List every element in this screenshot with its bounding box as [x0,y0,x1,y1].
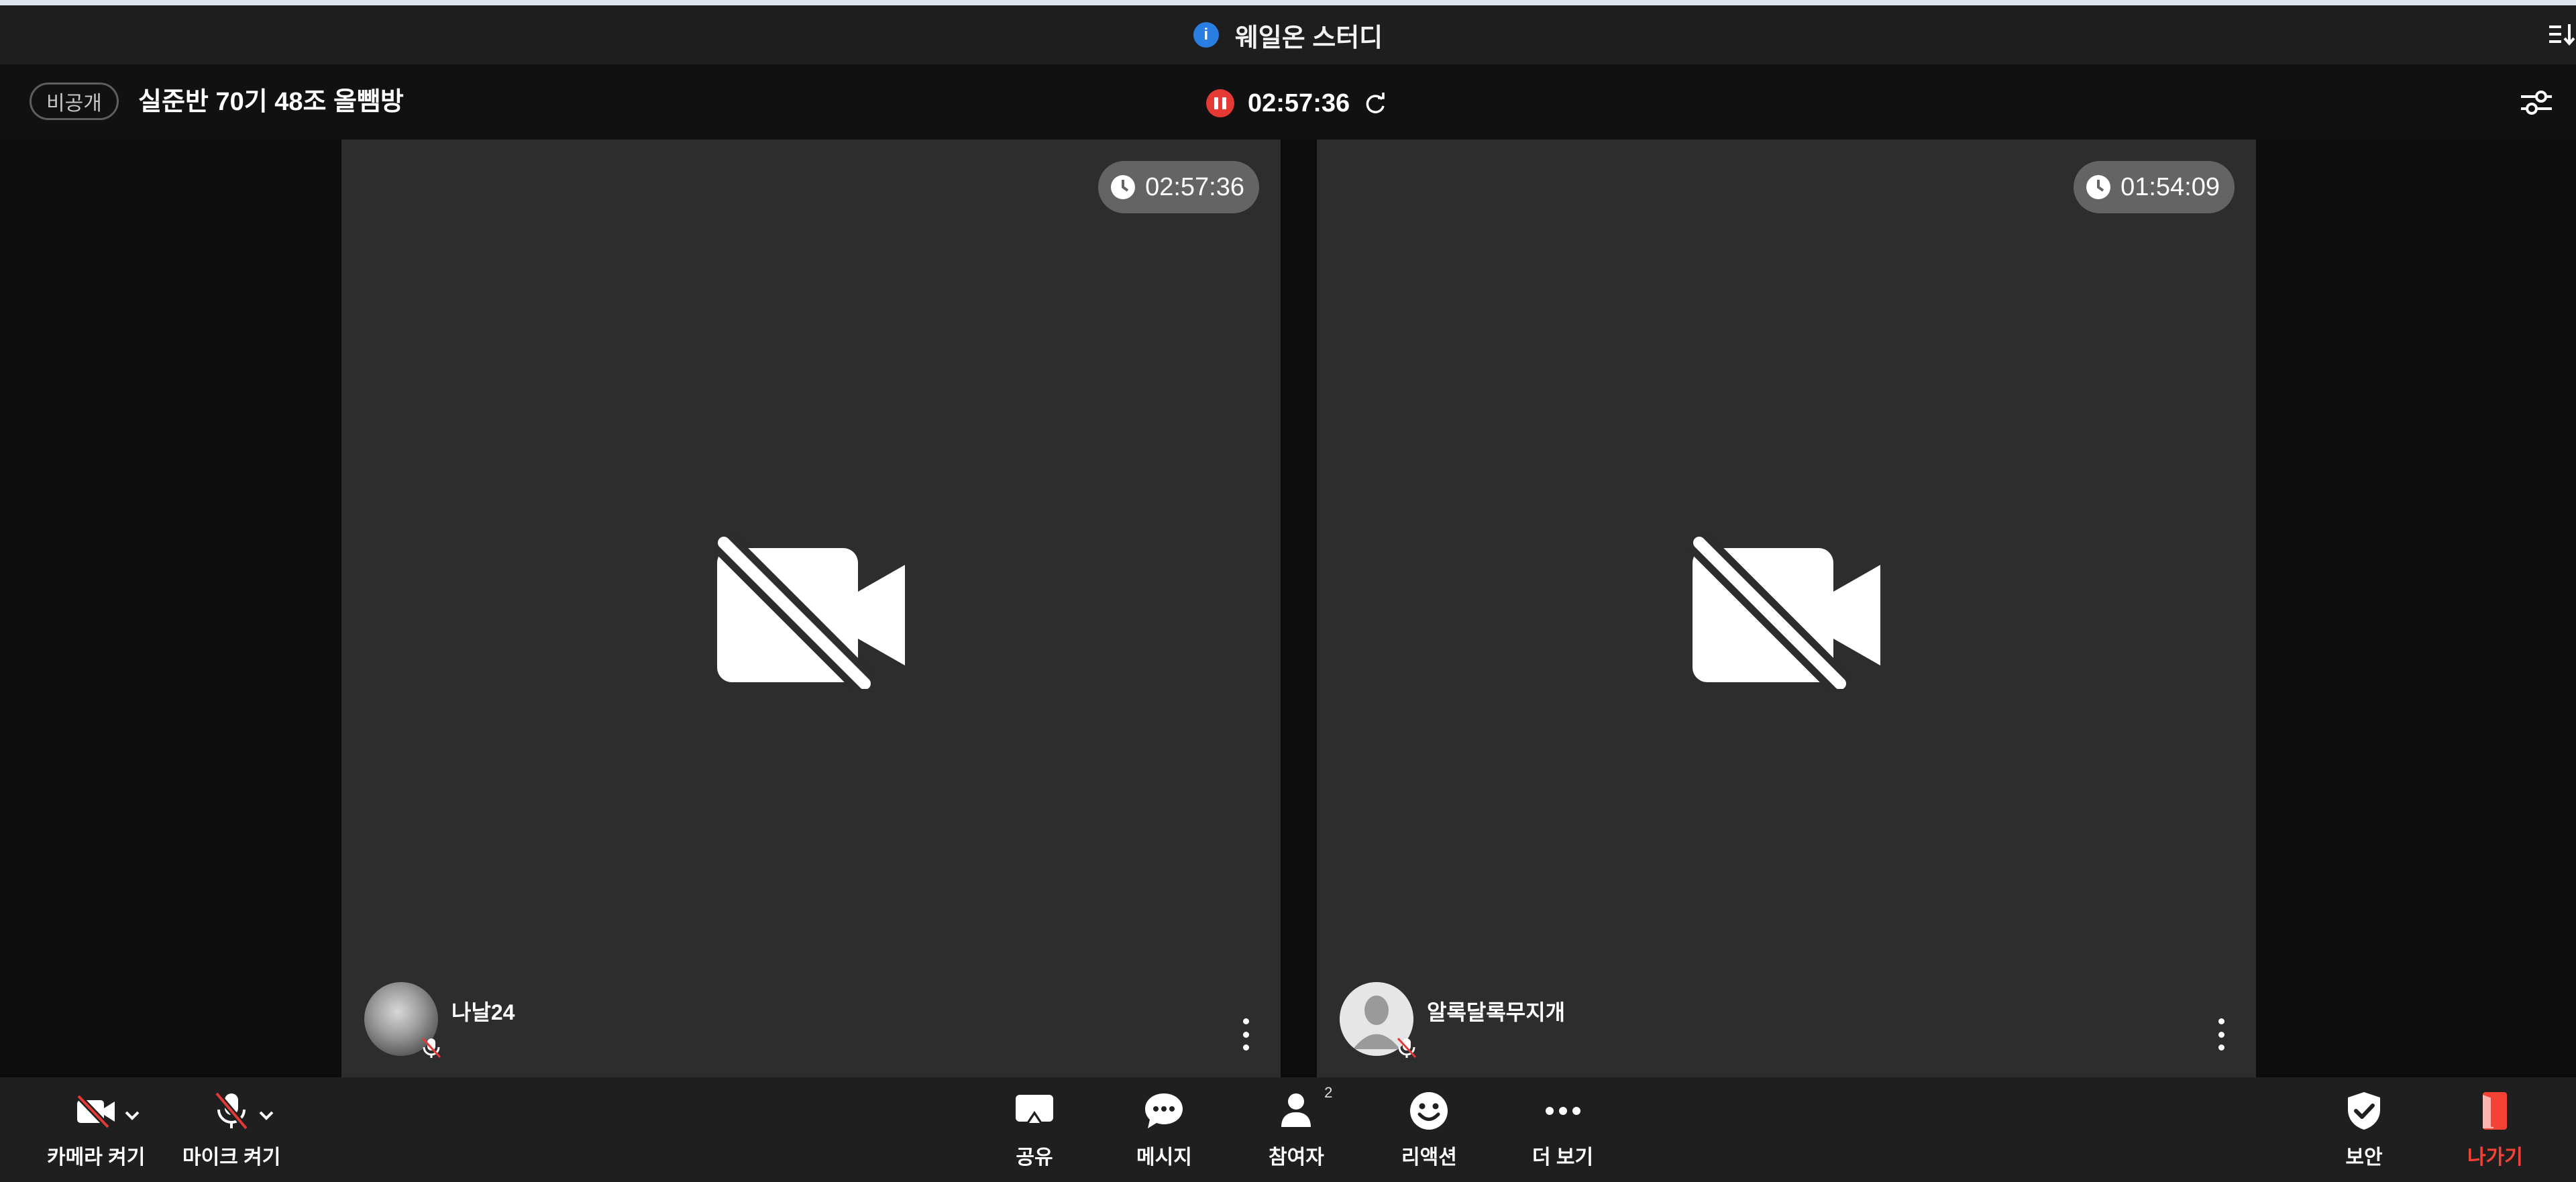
kebab-menu-icon[interactable] [2216,1018,2226,1051]
message-label: 메시지 [1136,1146,1192,1169]
mic-off-icon [421,1037,441,1059]
participants-button[interactable]: 2 참여자 [1269,1084,1332,1170]
share-button[interactable]: 공유 [1013,1089,1056,1170]
share-label: 공유 [1016,1146,1053,1169]
participant-name: 알록달록무지개 [1427,1000,1566,1024]
settings-sliders-icon[interactable] [2517,83,2556,122]
avatar [1340,982,1417,1059]
kebab-menu-icon[interactable] [1240,1018,1251,1051]
participants-count: 2 [1324,1084,1333,1101]
clock-icon [2086,175,2111,199]
window-title: 웨일온 스터디 [1234,23,1383,52]
video-tile[interactable]: 01:54:09 알록달록무지개 [1317,140,2256,1077]
smile-icon [1410,1092,1448,1130]
chevron-down-icon[interactable] [122,1106,142,1126]
visibility-badge: 비공개 [30,83,119,120]
participant-duration: 01:54:09 [2074,161,2235,213]
message-button[interactable]: 메시지 [1136,1089,1192,1170]
mic-off-icon [214,1091,249,1130]
recording-status: 02:57:36 [1206,86,1389,121]
sort-menu-icon[interactable] [2544,20,2576,50]
more-label: 더 보기 [1532,1146,1594,1169]
duration-text: 02:57:36 [1145,172,1244,201]
reaction-button[interactable]: 리액션 [1401,1089,1457,1170]
bottom-toolbar: 카메라 켜기 마이크 켜기 공유 메시지 2 참여자 리액션 더 보기 보안 나… [0,1077,2576,1182]
pause-icon[interactable] [1206,89,1234,117]
video-tile[interactable]: 02:57:36 나날24 [341,140,1281,1077]
mic-toggle-label: 마이크 켜기 [182,1146,281,1169]
reaction-label: 리액션 [1401,1146,1457,1169]
share-icon [1016,1095,1053,1123]
mic-toggle-button[interactable]: 마이크 켜기 [182,1089,280,1170]
meeting-header: 비공개 실준반 70기 48조 올뺌방 02:57:36 [0,64,2576,140]
duration-text: 01:54:09 [2121,172,2220,201]
top-accent-strip [0,0,2576,5]
more-button[interactable]: 더 보기 [1532,1089,1593,1170]
participant-info: 나날24 [364,982,515,1059]
recording-time: 02:57:36 [1248,89,1350,117]
camera-off-icon [1689,533,1880,689]
mic-off-icon [1397,1037,1417,1059]
chat-icon [1145,1093,1183,1128]
exit-door-icon [2483,1092,2508,1130]
exit-button[interactable]: 나가기 [2467,1089,2523,1170]
participants-label: 참여자 [1269,1146,1324,1169]
person-icon [1281,1093,1311,1127]
camera-toggle-label: 카메라 켜기 [47,1146,146,1169]
camera-off-icon [714,533,905,689]
camera-toggle-button[interactable]: 카메라 켜기 [47,1089,145,1170]
security-button[interactable]: 보안 [2343,1089,2385,1170]
participant-duration: 02:57:36 [1098,161,1259,213]
chevron-down-icon[interactable] [256,1106,276,1126]
meeting-title: 실준반 70기 48조 올뺌방 [138,88,404,116]
camera-off-icon [76,1093,115,1130]
clock-icon [1111,175,1136,199]
participant-name: 나날24 [451,1000,515,1024]
security-label: 보안 [2345,1146,2383,1169]
participant-info: 알록달록무지개 [1340,982,1566,1059]
info-icon[interactable]: i [1193,22,1219,48]
more-dots-icon [1545,1107,1580,1115]
exit-label: 나가기 [2467,1146,2523,1169]
window-title-bar: i 웨일온 스터디 [0,5,2576,64]
refresh-icon[interactable] [1362,90,1389,117]
shield-check-icon [2348,1092,2380,1130]
avatar [364,982,441,1059]
